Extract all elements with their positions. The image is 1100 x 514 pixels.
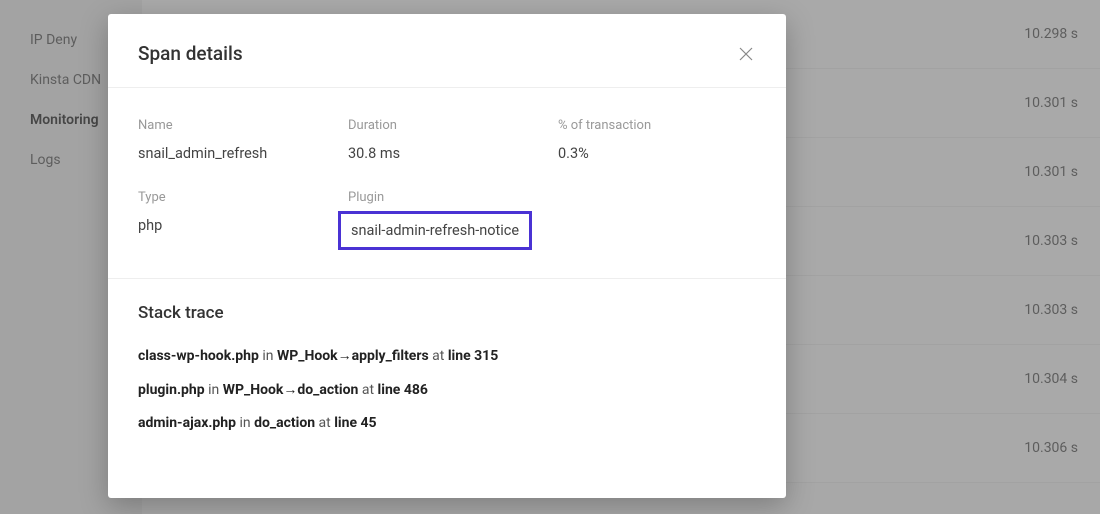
close-button[interactable]: [736, 44, 756, 64]
trace-file: plugin.php: [138, 382, 205, 398]
field-duration: Duration 30.8 ms: [348, 118, 558, 162]
close-icon: [739, 47, 753, 61]
trace-location: line 45: [334, 415, 376, 431]
field-label: Plugin: [348, 190, 558, 205]
modal-body: Name snail_admin_refresh Duration 30.8 m…: [108, 88, 786, 478]
plugin-highlight-box: snail-admin-refresh-notice: [338, 211, 532, 250]
field-name: Name snail_admin_refresh: [138, 118, 348, 162]
trace-file: admin-ajax.php: [138, 415, 236, 431]
field-value: snail_admin_refresh: [138, 145, 348, 162]
field-label: Duration: [348, 118, 558, 133]
trace-line: plugin.php in WP_Hook→do_action at line …: [138, 381, 756, 401]
field-label: Type: [138, 190, 348, 205]
trace-func: do_action: [254, 415, 315, 431]
field-value: 0.3%: [558, 145, 768, 162]
span-details-modal: Span details Name snail_admin_refresh Du…: [108, 14, 786, 498]
trace-func: WP_Hook→do_action: [223, 382, 359, 398]
field-plugin: Plugin snail-admin-refresh-notice: [348, 190, 558, 250]
trace-line: class-wp-hook.php in WP_Hook→apply_filte…: [138, 347, 756, 367]
trace-func: WP_Hook→apply_filters: [277, 348, 429, 364]
field-type: Type php: [138, 190, 348, 250]
field-value: 30.8 ms: [348, 145, 558, 162]
field-value: php: [138, 217, 348, 234]
field-label: Name: [138, 118, 348, 133]
field-pct: % of transaction 0.3%: [558, 118, 768, 162]
trace-location: line 315: [448, 348, 498, 364]
stack-trace-title: Stack trace: [138, 303, 756, 323]
divider: [108, 278, 786, 279]
trace-file: class-wp-hook.php: [138, 348, 259, 364]
modal-header: Span details: [108, 14, 786, 88]
modal-title: Span details: [138, 42, 243, 65]
modal-overlay[interactable]: Span details Name snail_admin_refresh Du…: [0, 0, 1100, 514]
trace-line: admin-ajax.php in do_action at line 45: [138, 414, 756, 434]
trace-location: line 486: [378, 382, 428, 398]
field-label: % of transaction: [558, 118, 768, 133]
